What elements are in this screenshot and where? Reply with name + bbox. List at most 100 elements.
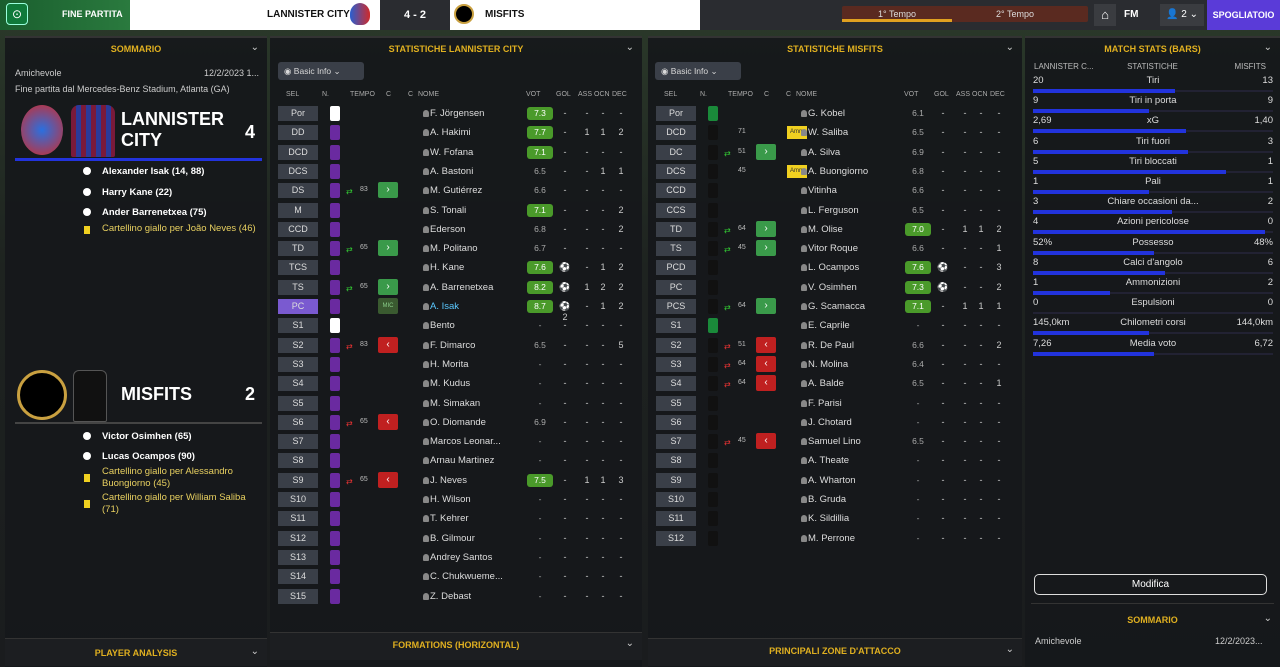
table-row[interactable]: DC ⇄ 51 › A. Silva 6.9 - - - - bbox=[656, 143, 1012, 161]
position-label[interactable]: S12 bbox=[278, 530, 318, 546]
table-row[interactable]: TD ⇄ 64 › M. Olise 7.0- 1 1 2 bbox=[656, 220, 1012, 238]
column-header[interactable]: SEL bbox=[286, 91, 299, 98]
player-name[interactable]: A. Wharton bbox=[808, 475, 856, 486]
sub-out-button[interactable]: ‹ bbox=[756, 433, 776, 450]
column-header[interactable]: TEMPO bbox=[350, 91, 375, 98]
player-name[interactable]: A. Buongiorno bbox=[808, 166, 868, 177]
table-row[interactable]: S5 F. Parisi - - - - - bbox=[656, 395, 1012, 412]
position-label[interactable]: S5 bbox=[278, 395, 318, 411]
player-name[interactable]: M. Simakan bbox=[430, 398, 480, 409]
position-label[interactable]: S6 bbox=[656, 414, 696, 430]
position-label[interactable]: TS bbox=[656, 241, 696, 257]
position-label[interactable]: DCD bbox=[278, 144, 318, 160]
player-name[interactable]: H. Kane bbox=[430, 262, 464, 273]
position-label[interactable]: S10 bbox=[278, 492, 318, 507]
table-row[interactable]: S3 ⇄ 64 ‹ N. Molina 6.4 - - - - bbox=[656, 355, 1012, 373]
player-name[interactable]: Bento bbox=[430, 320, 455, 331]
sub-in-button[interactable]: › bbox=[756, 298, 776, 314]
table-row[interactable]: S6 J. Chotard - - - - - bbox=[656, 414, 1012, 431]
edit-button[interactable]: Modifica bbox=[1034, 574, 1267, 595]
player-name[interactable]: F. Jörgensen bbox=[430, 108, 484, 119]
position-label[interactable]: TS bbox=[278, 279, 318, 295]
table-row[interactable]: S3 H. Morita - - - - - bbox=[278, 356, 634, 373]
player-analysis-bar[interactable]: PLAYER ANALYSIS ⌄ bbox=[5, 638, 267, 666]
chevron-down-icon[interactable]: ⌄ bbox=[251, 646, 259, 657]
table-row[interactable]: TCS H. Kane 7.6 ⚽ -1 2 bbox=[278, 259, 634, 276]
table-row[interactable]: PCD L. Ocampos 7.6 ⚽ - - 3 bbox=[656, 259, 1012, 276]
player-name[interactable]: J. Neves bbox=[430, 475, 467, 486]
home-stats-title[interactable]: STATISTICHE LANNISTER CITY bbox=[270, 44, 642, 54]
player-name[interactable]: S. Tonali bbox=[430, 205, 466, 216]
player-name[interactable]: M. Perrone bbox=[808, 533, 855, 544]
table-row[interactable]: TS ⇄ 65 › A. Barrenetxea 8.2 ⚽ 1 2 2 bbox=[278, 278, 634, 296]
column-header[interactable]: C bbox=[408, 91, 413, 98]
column-header[interactable]: GOL bbox=[934, 91, 949, 98]
users-button[interactable]: 👤 2 ⌄ bbox=[1160, 4, 1204, 26]
table-row[interactable]: CCD Vitinha 6.6 - - - - bbox=[656, 182, 1012, 199]
column-header[interactable]: OCN bbox=[972, 91, 988, 98]
player-name[interactable]: F. Dimarco bbox=[430, 340, 475, 351]
position-label[interactable]: S4 bbox=[278, 376, 318, 392]
column-header[interactable]: ASS bbox=[578, 91, 592, 98]
position-label[interactable]: S3 bbox=[656, 356, 696, 372]
position-label[interactable]: S3 bbox=[278, 356, 318, 372]
position-label[interactable]: S2 bbox=[656, 337, 696, 353]
player-name[interactable]: Ederson bbox=[430, 224, 465, 235]
chevron-down-icon[interactable]: ⌄ bbox=[1006, 644, 1014, 655]
column-header[interactable]: SEL bbox=[664, 91, 677, 98]
position-label[interactable]: S1 bbox=[656, 318, 696, 334]
player-name[interactable]: A. Hakimi bbox=[430, 127, 471, 138]
table-row[interactable]: S1 Bento - - - - - bbox=[278, 317, 634, 334]
player-name[interactable]: A. Silva bbox=[808, 147, 840, 158]
position-label[interactable]: DCD bbox=[656, 125, 696, 141]
player-name[interactable]: C. Chukwueme... bbox=[430, 571, 503, 582]
table-row[interactable]: S12 M. Perrone - - - - - bbox=[656, 530, 1012, 547]
player-name[interactable]: A. Bastoni bbox=[430, 166, 473, 177]
player-name[interactable]: L. Ocampos bbox=[808, 262, 859, 273]
fm-logo-icon[interactable]: ⊙ bbox=[6, 3, 28, 25]
table-row[interactable]: DS ⇄ 83 › M. Gutiérrez 6.6 - - - - bbox=[278, 182, 634, 199]
position-label[interactable]: TCS bbox=[278, 260, 318, 276]
player-name[interactable]: Vitinha bbox=[808, 185, 837, 196]
chevron-down-icon[interactable]: ⌄ bbox=[1264, 613, 1272, 624]
chevron-down-icon[interactable]: ⌄ bbox=[1264, 42, 1272, 53]
column-header[interactable]: NOME bbox=[418, 91, 439, 98]
position-label[interactable]: M bbox=[278, 202, 318, 218]
position-label[interactable]: PCS bbox=[656, 299, 696, 314]
table-row[interactable]: S10 B. Gruda - - - - - bbox=[656, 491, 1012, 508]
player-name[interactable]: J. Chotard bbox=[808, 417, 852, 428]
match-timeline[interactable]: 1° Tempo 2° Tempo bbox=[842, 6, 1088, 22]
position-label[interactable]: S8 bbox=[278, 453, 318, 469]
player-name[interactable]: A. Theate bbox=[808, 455, 849, 466]
player-name[interactable]: Z. Debast bbox=[430, 591, 471, 602]
table-row[interactable]: TS ⇄ 45 › Vitor Roque 6.6 - - - 1 bbox=[656, 240, 1012, 257]
column-header[interactable]: N. bbox=[700, 91, 707, 98]
summary-title[interactable]: SOMMARIO bbox=[5, 44, 267, 54]
table-row[interactable]: S4 M. Kudus - - - - - bbox=[278, 375, 634, 392]
table-row[interactable]: M S. Tonali 7.1- - -2 bbox=[278, 202, 634, 219]
column-header[interactable]: VOT bbox=[904, 91, 918, 98]
table-row[interactable]: S1 E. Caprile - - - - - bbox=[656, 317, 1012, 334]
player-name[interactable]: B. Gilmour bbox=[430, 533, 475, 544]
table-row[interactable]: S15 Z. Debast - - - - - bbox=[278, 588, 634, 605]
position-label[interactable]: S5 bbox=[656, 395, 696, 411]
chevron-down-icon[interactable]: ⌄ bbox=[1006, 42, 1014, 53]
table-row[interactable]: DCS 45 Amm A. Buongiorno 6.8- - - - bbox=[656, 163, 1012, 180]
player-name[interactable]: Andrey Santos bbox=[430, 552, 492, 563]
table-row[interactable]: PCS ⇄ 64 › G. Scamacca 7.1-1 1 1 bbox=[656, 298, 1012, 315]
column-header[interactable]: VOT bbox=[526, 91, 540, 98]
chevron-down-icon[interactable]: ⌄ bbox=[251, 42, 259, 53]
fm-menu[interactable]: FM bbox=[1124, 9, 1138, 20]
table-row[interactable]: Por G. Kobel 6.1 - - - - bbox=[656, 105, 1012, 122]
player-name[interactable]: W. Fofana bbox=[430, 147, 473, 158]
player-name[interactable]: A. Isak bbox=[430, 301, 459, 312]
table-row[interactable]: S11 K. Sildillia - - - - - bbox=[656, 510, 1012, 527]
home-crest-icon[interactable] bbox=[350, 3, 370, 25]
column-header[interactable]: TEMPO bbox=[728, 91, 753, 98]
position-label[interactable]: S11 bbox=[656, 511, 696, 527]
player-name[interactable]: R. De Paul bbox=[808, 340, 854, 351]
position-label[interactable]: S1 bbox=[278, 318, 318, 334]
column-header[interactable]: C bbox=[786, 91, 791, 98]
player-name[interactable]: W. Saliba bbox=[808, 127, 848, 138]
player-name[interactable]: A. Balde bbox=[808, 378, 844, 389]
